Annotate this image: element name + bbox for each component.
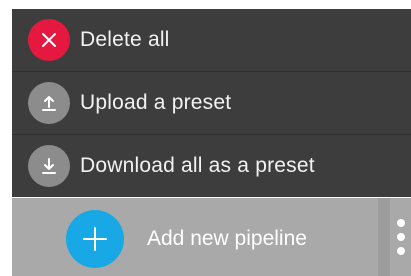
more-dot	[396, 233, 405, 241]
context-menu: Delete all Upload a preset Download all …	[12, 9, 411, 197]
more-dot	[396, 247, 405, 255]
more-vertical-icon[interactable]	[390, 198, 411, 276]
download-all-preset-label: Download all as a preset	[80, 154, 315, 177]
upload-preset-menu-item[interactable]: Upload a preset	[12, 72, 411, 135]
upload-icon	[28, 82, 70, 124]
plus-icon	[66, 210, 124, 268]
add-new-pipeline-label: Add new pipeline	[147, 227, 307, 250]
close-icon	[28, 19, 70, 61]
download-all-preset-menu-item[interactable]: Download all as a preset	[12, 135, 411, 197]
delete-all-menu-item[interactable]: Delete all	[12, 9, 411, 72]
pipeline-panel: Delete all Upload a preset Download all …	[0, 0, 411, 276]
upload-preset-label: Upload a preset	[80, 91, 232, 114]
download-icon	[28, 145, 70, 187]
delete-all-label: Delete all	[80, 28, 170, 51]
more-dot	[396, 219, 405, 227]
bottom-action-bar: Add new pipeline	[12, 198, 411, 276]
add-new-pipeline-button[interactable]: Add new pipeline	[66, 210, 346, 268]
divider	[378, 198, 390, 276]
